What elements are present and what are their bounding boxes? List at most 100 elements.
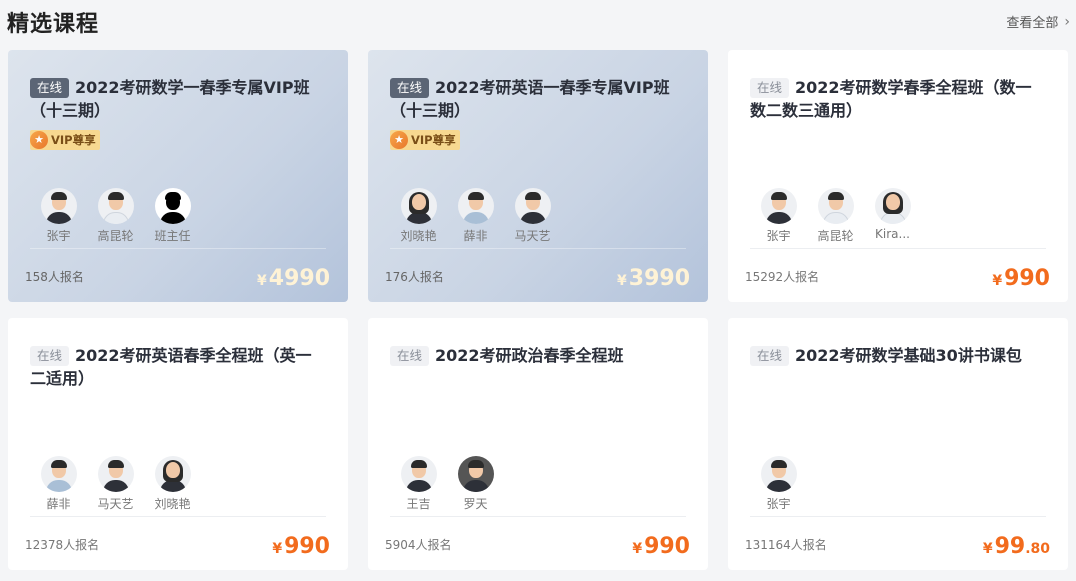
vip-star-icon: ★: [30, 131, 48, 149]
course-card[interactable]: 在线 2022考研数学春季全程班（数一数二数三通用） 张宇 高昆轮 Kira...…: [728, 50, 1068, 302]
teacher[interactable]: 高昆轮: [807, 188, 864, 244]
course-card[interactable]: 在线 2022考研数学基础30讲书课包 张宇 131164人报名 ¥99.80: [728, 318, 1068, 570]
course-title: 在线 2022考研政治春季全程班: [390, 344, 682, 367]
price-value: 99: [994, 534, 1026, 559]
divider: [750, 516, 1046, 517]
teacher[interactable]: 马天艺: [504, 188, 561, 244]
teacher[interactable]: 刘晓艳: [390, 188, 447, 244]
course-title: 在线 2022考研英语春季全程班（英一二适用）: [30, 344, 322, 390]
teacher[interactable]: 马天艺: [87, 456, 144, 512]
online-badge: 在线: [750, 78, 790, 98]
teacher[interactable]: 张宇: [750, 188, 807, 244]
teacher-list: 张宇: [750, 456, 807, 512]
avatar: [400, 188, 437, 224]
teacher-name: 班主任: [154, 229, 191, 243]
avatar: [760, 456, 797, 492]
currency-symbol: ¥: [617, 273, 627, 289]
course-title-text: 2022考研数学春季全程班（数一数二数三通用）: [750, 78, 1032, 120]
currency-symbol: ¥: [982, 541, 993, 557]
section-header: 精选课程 查看全部 ›: [0, 0, 1076, 44]
price: ¥4990: [257, 266, 330, 291]
divider: [390, 516, 686, 517]
vip-tag-label: VIP尊享: [411, 133, 456, 147]
teacher[interactable]: 刘晓艳: [144, 456, 201, 512]
teacher-name: 刘晓艳: [154, 497, 191, 511]
course-title-text: 2022考研政治春季全程班: [435, 346, 624, 365]
teacher-name: 薛非: [46, 497, 71, 511]
teacher-name: 马天艺: [97, 497, 134, 511]
teacher-name: 张宇: [766, 497, 791, 511]
course-title-text: 2022考研数学基础30讲书课包: [795, 346, 1022, 365]
teacher[interactable]: 罗天: [447, 456, 504, 512]
avatar: [97, 188, 134, 224]
course-card[interactable]: 在线 2022考研英语一春季专属VIP班（十三期） ★ VIP尊享 刘晓艳 薛非 …: [368, 50, 708, 302]
teacher[interactable]: 张宇: [750, 456, 807, 512]
price-value: 3990: [628, 266, 690, 291]
teacher[interactable]: 薛非: [30, 456, 87, 512]
view-all-label: 查看全部: [1006, 16, 1059, 31]
enroll-count: 12378人报名: [25, 538, 100, 552]
avatar: [817, 188, 854, 224]
teacher-name: 马天艺: [514, 229, 551, 243]
teacher-name: 高昆轮: [97, 229, 134, 243]
teacher-name: 高昆轮: [817, 229, 854, 243]
currency-symbol: ¥: [272, 541, 283, 557]
currency-symbol: ¥: [992, 273, 1003, 289]
price: ¥99.80: [983, 534, 1050, 559]
teacher-list: 薛非 马天艺 刘晓艳: [30, 456, 201, 512]
enroll-count: 15292人报名: [745, 270, 820, 284]
teacher-name: 王吉: [406, 497, 431, 511]
teacher[interactable]: 薛非: [447, 188, 504, 244]
price: ¥990: [272, 534, 330, 559]
enroll-count: 158人报名: [25, 270, 84, 284]
price-cents: .80: [1025, 541, 1050, 557]
teacher-list: 张宇 高昆轮 班主任: [30, 188, 201, 244]
divider: [390, 248, 686, 249]
currency-symbol: ¥: [257, 273, 267, 289]
vip-tag-label: VIP尊享: [51, 133, 96, 147]
teacher-list: 张宇 高昆轮 Kira...: [750, 188, 921, 244]
vip-star-icon: ★: [390, 131, 408, 149]
teacher-name: Kira...: [875, 227, 910, 241]
course-card[interactable]: 在线 2022考研英语春季全程班（英一二适用） 薛非 马天艺 刘晓艳 12378人…: [8, 318, 348, 570]
page-title: 精选课程: [7, 12, 100, 37]
teacher[interactable]: 张宇: [30, 188, 87, 244]
course-title-text: 2022考研英语一春季专属VIP班（十三期）: [390, 78, 670, 120]
avatar: [154, 456, 191, 492]
teacher[interactable]: 高昆轮: [87, 188, 144, 244]
course-title-text: 2022考研数学一春季专属VIP班（十三期）: [30, 78, 310, 120]
teacher[interactable]: 王吉: [390, 456, 447, 512]
course-title: 在线 2022考研数学基础30讲书课包: [750, 344, 1042, 367]
vip-tag: ★ VIP尊享: [390, 130, 460, 150]
price-value: 990: [1004, 266, 1050, 291]
currency-symbol: ¥: [632, 541, 643, 557]
enroll-count: 176人报名: [385, 270, 444, 284]
price-value: 4990: [268, 266, 330, 291]
online-badge: 在线: [390, 78, 430, 98]
online-badge: 在线: [30, 346, 70, 366]
course-card[interactable]: 在线 2022考研数学一春季专属VIP班（十三期） ★ VIP尊享 张宇 高昆轮 …: [8, 50, 348, 302]
avatar: [40, 456, 77, 492]
enroll-count: 131164人报名: [745, 538, 827, 552]
divider: [750, 248, 1046, 249]
avatar: [514, 188, 551, 224]
price: ¥990: [632, 534, 690, 559]
divider: [30, 248, 326, 249]
avatar: [760, 188, 797, 224]
teacher[interactable]: Kira...: [864, 188, 921, 244]
teacher-list: 刘晓艳 薛非 马天艺: [390, 188, 561, 244]
teacher-list: 王吉 罗天: [390, 456, 504, 512]
teacher-name: 张宇: [766, 229, 791, 243]
enroll-count: 5904人报名: [385, 538, 452, 552]
teacher-name: 罗天: [463, 497, 488, 511]
avatar: [457, 456, 494, 492]
course-title: 在线 2022考研数学一春季专属VIP班（十三期）: [30, 76, 322, 122]
course-card[interactable]: 在线 2022考研政治春季全程班 王吉 罗天 5904人报名 ¥990: [368, 318, 708, 570]
avatar: [400, 456, 437, 492]
view-all-link[interactable]: 查看全部 ›: [1006, 12, 1070, 32]
price: ¥990: [992, 266, 1050, 291]
avatar: [154, 188, 191, 224]
teacher-name: 刘晓艳: [400, 229, 437, 243]
online-badge: 在线: [390, 346, 430, 366]
teacher[interactable]: 班主任: [144, 188, 201, 244]
